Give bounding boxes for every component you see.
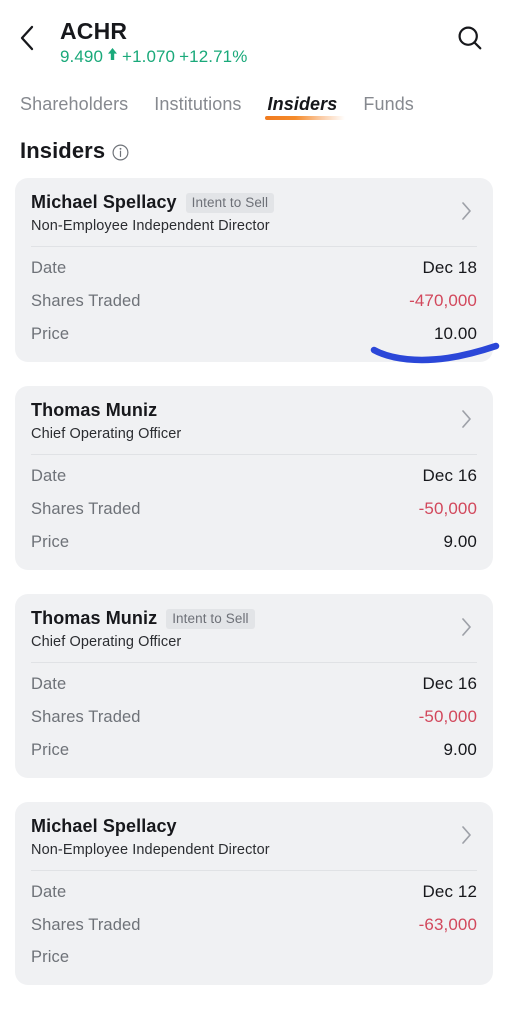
insider-name: Michael Spellacy (31, 192, 177, 212)
row-value-date: Dec 16 (422, 674, 477, 693)
row-label-shares-traded: Shares Traded (31, 292, 141, 310)
insiders-screen: ACHR 9.490 +1.070 +12.71% Shareholders I… (0, 0, 508, 1024)
table-row: Price 10.00 (31, 317, 477, 350)
insider-name-row: Michael Spellacy (31, 816, 455, 837)
search-button[interactable] (448, 18, 492, 62)
insider-name-row: Michael Spellacy Intent to Sell (31, 192, 455, 213)
insider-card-header: Thomas Muniz Chief Operating Officer (31, 400, 477, 442)
insider-name: Thomas Muniz (31, 608, 158, 628)
table-row: Date Dec 16 (31, 667, 477, 700)
table-row: Shares Traded -50,000 (31, 492, 477, 525)
table-row: Shares Traded -470,000 (31, 284, 477, 317)
insider-role: Chief Operating Officer (31, 426, 182, 442)
card-divider (31, 870, 477, 871)
row-label-date: Date (31, 883, 67, 901)
row-value-shares-traded: -50,000 (418, 707, 477, 726)
row-label-shares-traded: Shares Traded (31, 500, 141, 518)
insider-name: Thomas Muniz (31, 400, 158, 420)
tab-institutions[interactable]: Institutions (154, 94, 241, 120)
back-button[interactable] (16, 16, 56, 60)
chevron-left-icon (16, 23, 38, 53)
page-title: Insiders (20, 138, 106, 163)
row-label-shares-traded: Shares Traded (31, 708, 141, 726)
tab-funds[interactable]: Funds (363, 94, 414, 120)
insider-card-header: Michael Spellacy Non-Employee Independen… (31, 816, 477, 858)
insider-card[interactable]: Michael Spellacy Intent to Sell Non-Empl… (15, 178, 493, 362)
status-badge: Intent to Sell (166, 608, 255, 629)
ticker-symbol: ACHR (60, 18, 128, 44)
tab-shareholders[interactable]: Shareholders (20, 94, 128, 120)
tab-institutions-label: Institutions (154, 94, 242, 114)
status-badge: Intent to Sell (185, 192, 275, 213)
top-bar: ACHR 9.490 +1.070 +12.71% (0, 0, 508, 78)
row-value-shares-traded: -50,000 (418, 499, 477, 518)
insider-role: Non-Employee Independent Director (31, 218, 270, 234)
info-circle-icon[interactable] (112, 144, 129, 161)
row-label-date: Date (31, 259, 67, 277)
insider-identity: Thomas Muniz Chief Operating Officer (31, 400, 455, 442)
tab-bar: Shareholders Institutions Insiders Funds (0, 78, 508, 120)
row-label-price: Price (31, 325, 70, 343)
insider-name-row: Thomas Muniz Intent to Sell (31, 608, 455, 629)
table-row: Price 9.00 (31, 733, 477, 766)
quote-change: +1.070 (122, 47, 176, 66)
table-row: Date Dec 12 (31, 875, 477, 908)
insider-identity: Thomas Muniz Intent to Sell Chief Operat… (31, 608, 455, 650)
quote-price: 9.490 (60, 47, 104, 66)
chevron-right-icon[interactable] (455, 408, 477, 430)
insider-card[interactable]: Thomas Muniz Chief Operating Officer Dat… (15, 386, 493, 570)
row-value-date: Dec 18 (422, 258, 477, 277)
row-value-price: 9.00 (443, 532, 477, 551)
insider-role: Chief Operating Officer (31, 634, 182, 650)
tab-insiders[interactable]: Insiders (264, 94, 346, 120)
card-divider (31, 246, 477, 247)
insider-card-header: Michael Spellacy Intent to Sell Non-Empl… (31, 192, 477, 234)
insider-name: Michael Spellacy (31, 816, 177, 836)
row-value-date: Dec 12 (422, 882, 477, 901)
tab-funds-label: Funds (363, 94, 414, 114)
row-value-price: 9.00 (443, 740, 477, 759)
row-label-date: Date (31, 467, 67, 485)
insider-identity: Michael Spellacy Non-Employee Independen… (31, 816, 455, 858)
row-value-shares-traded: -63,000 (418, 915, 477, 934)
row-label-price: Price (31, 741, 70, 759)
search-icon (455, 23, 485, 58)
tab-insiders-label: Insiders (267, 94, 338, 114)
table-row: Date Dec 18 (31, 251, 477, 284)
up-arrow-icon (107, 46, 118, 68)
insider-identity: Michael Spellacy Intent to Sell Non-Empl… (31, 192, 455, 234)
quote-line: 9.490 +1.070 +12.71% (60, 46, 448, 68)
chevron-right-icon[interactable] (455, 616, 477, 638)
table-row: Price 9.00 (31, 525, 477, 558)
card-divider (31, 454, 477, 455)
row-label-date: Date (31, 675, 67, 693)
table-row: Shares Traded -63,000 (31, 908, 477, 941)
card-divider (31, 662, 477, 663)
tab-active-underline (264, 116, 346, 120)
table-row: Shares Traded -50,000 (31, 700, 477, 733)
insider-card[interactable]: Thomas Muniz Intent to Sell Chief Operat… (15, 594, 493, 778)
section-header: Insiders (0, 120, 508, 178)
row-label-shares-traded: Shares Traded (31, 916, 141, 934)
insider-card[interactable]: Michael Spellacy Non-Employee Independen… (15, 802, 493, 985)
table-row: Price (31, 941, 477, 973)
row-label-price: Price (31, 948, 70, 966)
ticker-block: ACHR 9.490 +1.070 +12.71% (56, 16, 448, 68)
row-value-shares-traded: -470,000 (409, 291, 477, 310)
chevron-right-icon[interactable] (455, 200, 477, 222)
insider-card-header: Thomas Muniz Intent to Sell Chief Operat… (31, 608, 477, 650)
row-value-price: 10.00 (433, 324, 477, 343)
tab-shareholders-label: Shareholders (20, 94, 129, 114)
chevron-right-icon[interactable] (455, 824, 477, 846)
insider-cards-list: Michael Spellacy Intent to Sell Non-Empl… (0, 178, 508, 985)
insider-role: Non-Employee Independent Director (31, 842, 270, 858)
row-label-price: Price (31, 533, 70, 551)
quote-change-percent: +12.71% (179, 47, 248, 66)
row-value-date: Dec 16 (422, 466, 477, 485)
table-row: Date Dec 16 (31, 459, 477, 492)
insider-name-row: Thomas Muniz (31, 400, 455, 421)
